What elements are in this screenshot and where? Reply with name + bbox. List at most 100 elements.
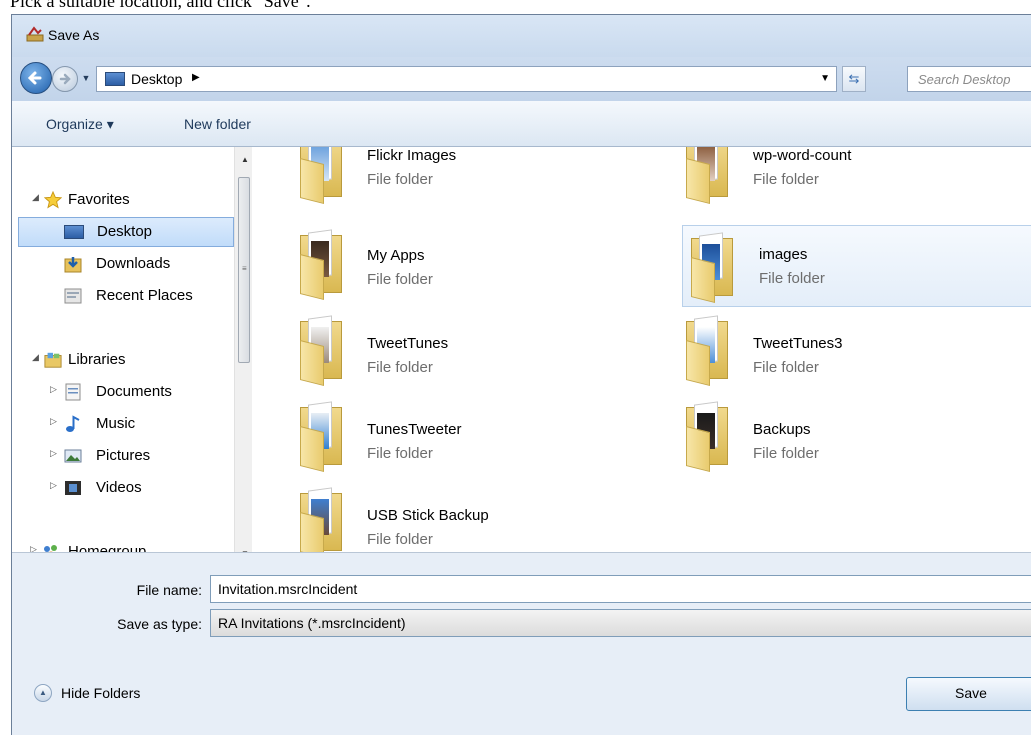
folder-icon bbox=[680, 399, 740, 472]
file-list: Flickr Images File folder wp-word-count … bbox=[252, 147, 1031, 552]
command-toolbar: Organize ▾ New folder bbox=[12, 101, 1031, 147]
save-as-type-select[interactable]: RA Invitations (*.msrcIncident) bbox=[210, 609, 1031, 637]
sidebar-item-downloads[interactable]: Downloads bbox=[12, 249, 234, 279]
sidebar-favorites[interactable]: ◢ Favorites bbox=[12, 185, 234, 215]
hide-folders-label: Hide Folders bbox=[61, 685, 141, 701]
sidebar-item-label: Libraries bbox=[68, 351, 126, 368]
file-name: images bbox=[759, 246, 808, 263]
expand-arrow-icon[interactable]: ▷ bbox=[50, 384, 57, 395]
list-item[interactable]: TweetTunes3 File folder bbox=[680, 313, 1031, 391]
breadcrumb-chevron-icon[interactable]: ▶ bbox=[192, 72, 200, 83]
folder-icon bbox=[680, 313, 740, 386]
chevron-up-icon: ▲ bbox=[34, 684, 52, 702]
sidebar-item-recent-places[interactable]: Recent Places bbox=[12, 281, 234, 311]
file-name: TweetTunes bbox=[367, 335, 449, 352]
file-name: TunesTweeter bbox=[367, 421, 462, 438]
search-placeholder: Search Desktop bbox=[918, 72, 1011, 87]
save-as-dialog: Save As ▼ Desktop ▶ ▼ ⇆ Search Desktop O… bbox=[11, 14, 1031, 735]
file-type: File folder bbox=[753, 445, 819, 462]
desktop-icon bbox=[105, 72, 125, 86]
save-as-type-label: Save as type: bbox=[117, 616, 202, 632]
app-icon bbox=[26, 26, 44, 42]
sidebar-item-label: Pictures bbox=[96, 447, 151, 464]
list-item[interactable]: wp-word-count File folder bbox=[680, 147, 1031, 209]
recent-places-icon bbox=[64, 288, 82, 304]
file-name: Flickr Images bbox=[367, 147, 457, 164]
sidebar-libraries[interactable]: ◢ Libraries bbox=[12, 345, 234, 375]
downloads-icon bbox=[64, 257, 82, 273]
file-name: USB Stick Backup bbox=[367, 507, 489, 524]
libraries-icon bbox=[44, 352, 62, 368]
sidebar-item-label: Documents bbox=[96, 383, 172, 400]
scroll-up-icon[interactable]: ▲ bbox=[241, 155, 249, 164]
file-name-value: Invitation.msrcIncident bbox=[218, 581, 358, 597]
organize-button[interactable]: Organize ▾ bbox=[46, 116, 114, 133]
list-item[interactable]: My Apps File folder bbox=[294, 227, 654, 305]
file-type: File folder bbox=[367, 271, 433, 288]
file-type: File folder bbox=[367, 531, 433, 548]
folder-icon bbox=[294, 227, 354, 300]
title-bar: Save As bbox=[12, 15, 1031, 57]
sidebar-item-pictures[interactable]: ▷ Pictures bbox=[12, 441, 234, 471]
refresh-button[interactable]: ⇆ bbox=[842, 66, 866, 92]
collapse-arrow-icon[interactable]: ◢ bbox=[32, 352, 39, 363]
navigation-bar: ▼ Desktop ▶ ▼ ⇆ Search Desktop bbox=[12, 57, 1031, 101]
file-name: TweetTunes3 bbox=[753, 335, 843, 352]
sidebar-item-label: Videos bbox=[96, 479, 142, 496]
file-type: File folder bbox=[753, 171, 819, 188]
forward-arrow-icon bbox=[59, 73, 71, 85]
address-bar[interactable]: Desktop ▶ ▼ bbox=[96, 66, 837, 92]
videos-icon bbox=[65, 481, 81, 495]
file-type: File folder bbox=[367, 359, 433, 376]
grip-icon: ≡ bbox=[242, 264, 247, 273]
sidebar-item-label: Recent Places bbox=[96, 287, 193, 304]
sidebar-item-desktop[interactable]: Desktop bbox=[18, 217, 234, 247]
sidebar-item-label: Desktop bbox=[97, 223, 153, 240]
sidebar-item-label: Favorites bbox=[68, 191, 130, 208]
collapse-arrow-icon[interactable]: ◢ bbox=[32, 192, 39, 203]
file-type: File folder bbox=[759, 270, 825, 287]
expand-arrow-icon[interactable]: ▷ bbox=[50, 448, 57, 459]
window-title: Save As bbox=[48, 27, 100, 43]
file-name-label: File name: bbox=[136, 582, 202, 598]
sidebar-item-documents[interactable]: ▷ Documents bbox=[12, 377, 234, 407]
list-item[interactable]: Flickr Images File folder bbox=[294, 147, 654, 209]
list-item-selected[interactable]: images File folder bbox=[682, 225, 1031, 307]
file-name: Backups bbox=[753, 421, 811, 438]
file-name-field[interactable]: Invitation.msrcIncident bbox=[210, 575, 1031, 603]
folder-icon bbox=[680, 147, 740, 204]
address-segment-desktop[interactable]: Desktop bbox=[131, 71, 182, 87]
list-item[interactable]: USB Stick Backup File folder bbox=[294, 485, 654, 552]
file-name: My Apps bbox=[367, 247, 425, 264]
sidebar-item-videos[interactable]: ▷ Videos bbox=[12, 473, 234, 503]
documents-icon bbox=[65, 383, 81, 401]
folder-icon bbox=[294, 313, 354, 386]
back-button[interactable] bbox=[20, 62, 52, 94]
desktop-icon bbox=[64, 225, 84, 239]
address-dropdown-icon[interactable]: ▼ bbox=[820, 73, 830, 84]
music-icon bbox=[66, 415, 80, 432]
scrollbar-thumb[interactable]: ≡ bbox=[238, 177, 250, 363]
folder-icon bbox=[294, 485, 354, 552]
save-button[interactable]: Save bbox=[906, 677, 1031, 711]
sidebar-item-music[interactable]: ▷ Music bbox=[12, 409, 234, 439]
expand-arrow-icon[interactable]: ▷ bbox=[50, 416, 57, 427]
save-options-panel: File name: Invitation.msrcIncident Save … bbox=[12, 552, 1031, 735]
search-input[interactable]: Search Desktop bbox=[907, 66, 1031, 92]
navigation-scrollbar[interactable]: ▲ ≡ ▼ bbox=[234, 147, 252, 558]
favorites-star-icon bbox=[44, 191, 62, 209]
list-item[interactable]: TunesTweeter File folder bbox=[294, 399, 654, 477]
file-name: wp-word-count bbox=[753, 147, 852, 164]
list-item[interactable]: Backups File folder bbox=[680, 399, 1031, 477]
back-arrow-icon bbox=[27, 71, 42, 85]
file-type: File folder bbox=[367, 171, 433, 188]
forward-button[interactable] bbox=[52, 66, 78, 92]
list-item[interactable]: TweetTunes File folder bbox=[294, 313, 654, 391]
file-type: File folder bbox=[753, 359, 819, 376]
folder-icon bbox=[294, 399, 354, 472]
navigation-pane: ◢ Favorites Desktop Downloads Recent Pla… bbox=[12, 147, 252, 560]
browser-content: ◢ Favorites Desktop Downloads Recent Pla… bbox=[12, 147, 1031, 560]
expand-arrow-icon[interactable]: ▷ bbox=[50, 480, 57, 491]
new-folder-button[interactable]: New folder bbox=[184, 116, 251, 132]
recent-locations-dropdown[interactable]: ▼ bbox=[79, 70, 93, 86]
